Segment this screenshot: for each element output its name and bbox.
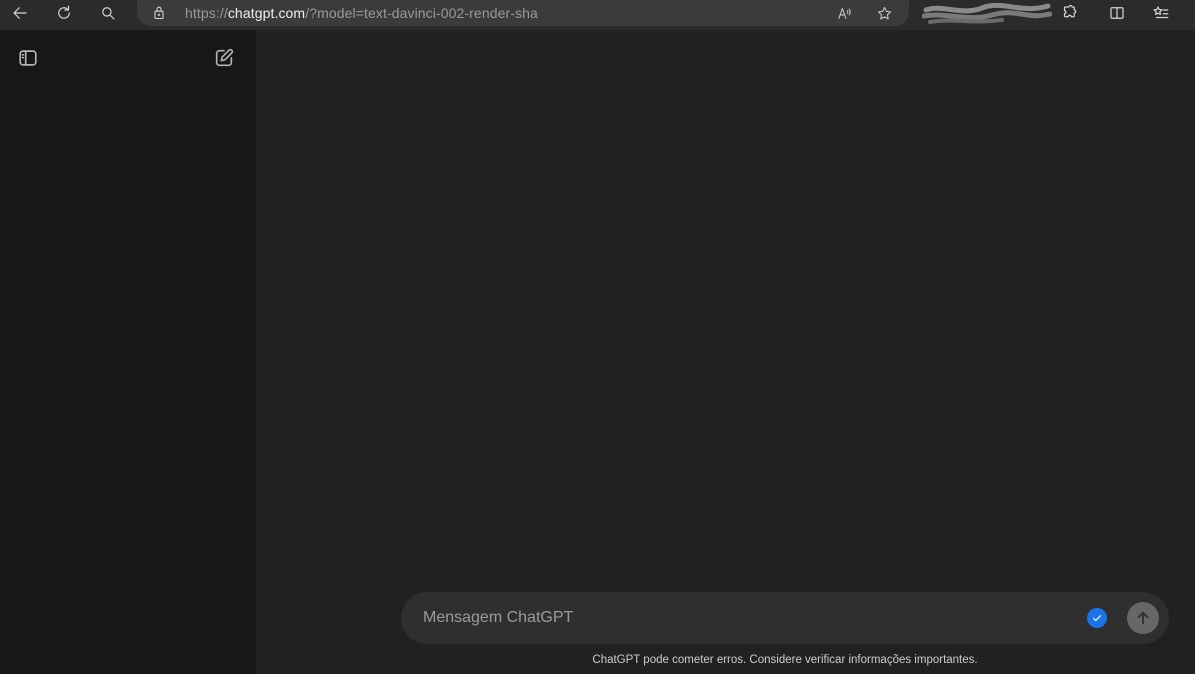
chat-main: ChatGPT pode cometer erros. Considere ve…	[256, 30, 1195, 674]
reload-icon[interactable]	[49, 0, 79, 26]
search-icon[interactable]	[93, 0, 123, 26]
split-screen-icon[interactable]	[1102, 0, 1132, 26]
url-prefix: https://	[185, 5, 228, 21]
url-host: chatgpt.com	[227, 5, 306, 21]
new-chat-icon[interactable]	[210, 44, 238, 72]
favorites-list-icon[interactable]	[1146, 0, 1176, 26]
check-circle-icon[interactable]	[1087, 608, 1107, 628]
redacted-profile-scribble	[922, 2, 1052, 24]
lock-icon[interactable]	[151, 4, 167, 26]
address-bar[interactable]: https://chatgpt.com/?model=text-davinci-…	[137, 0, 909, 26]
url-path: /?model=text-davinci-002-render-sha	[305, 5, 538, 21]
sidebar-toggle-icon[interactable]	[14, 44, 42, 72]
message-composer[interactable]	[401, 592, 1169, 644]
url-text[interactable]: https://chatgpt.com/?model=text-davinci-…	[185, 5, 538, 21]
disclaimer-text: ChatGPT pode cometer erros. Considere ve…	[592, 654, 978, 666]
back-arrow-icon[interactable]	[5, 0, 35, 26]
sidebar	[0, 30, 256, 674]
send-arrow-icon	[1137, 611, 1149, 625]
message-input[interactable]	[423, 592, 1063, 644]
browser-toolbar: https://chatgpt.com/?model=text-davinci-…	[0, 0, 1195, 30]
extensions-icon[interactable]	[1054, 0, 1084, 26]
read-aloud-icon[interactable]	[832, 2, 856, 24]
star-icon[interactable]	[872, 2, 896, 24]
send-button[interactable]	[1127, 602, 1159, 634]
